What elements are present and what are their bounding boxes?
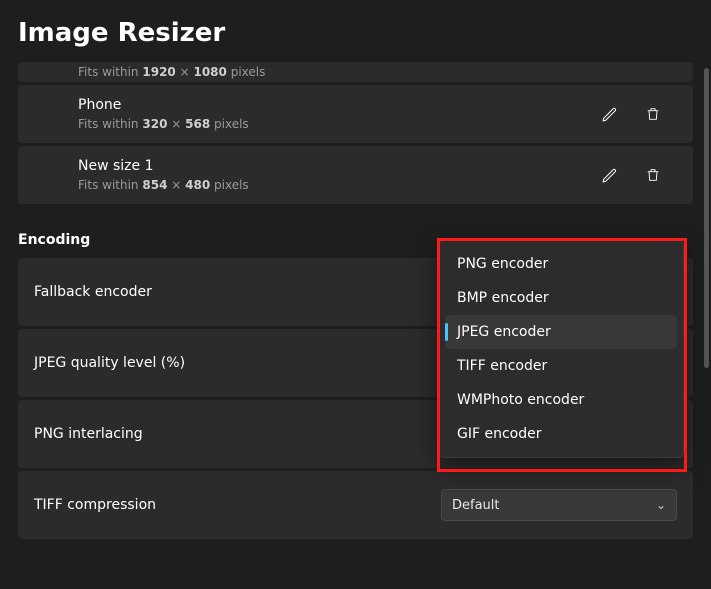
edit-icon[interactable] xyxy=(593,159,625,191)
size-preset-meta: Fits within 1920 × 1080 pixels xyxy=(78,65,265,79)
encoder-option-tiff[interactable]: TIFF encoder xyxy=(445,349,677,383)
encoder-option-gif[interactable]: GIF encoder xyxy=(445,417,677,451)
edit-icon[interactable] xyxy=(593,98,625,130)
size-preset-row[interactable]: Fits within 1920 × 1080 pixels xyxy=(18,62,693,82)
encoder-dropdown-flyout: PNG encoder BMP encoder JPEG encoder TIF… xyxy=(438,240,684,458)
size-preset-row[interactable]: Phone Fits within 320 × 568 pixels xyxy=(18,85,693,143)
delete-icon[interactable] xyxy=(637,159,669,191)
size-preset-name: New size 1 xyxy=(78,158,249,174)
size-preset-name: Phone xyxy=(78,97,249,113)
delete-icon[interactable] xyxy=(637,98,669,130)
tiff-compression-dropdown[interactable]: Default ⌄ xyxy=(441,489,677,521)
setting-label: PNG interlacing xyxy=(34,426,143,442)
encoder-option-wmphoto[interactable]: WMPhoto encoder xyxy=(445,383,677,417)
size-preset-row[interactable]: New size 1 Fits within 854 × 480 pixels xyxy=(18,146,693,204)
setting-label: TIFF compression xyxy=(34,497,156,513)
scrollbar[interactable] xyxy=(704,68,709,368)
page-title: Image Resizer xyxy=(18,0,693,62)
setting-label: JPEG quality level (%) xyxy=(34,355,185,371)
size-preset-meta: Fits within 854 × 480 pixels xyxy=(78,178,249,192)
dropdown-value: Default xyxy=(452,498,500,513)
setting-label: Fallback encoder xyxy=(34,284,152,300)
encoder-option-png[interactable]: PNG encoder xyxy=(445,247,677,281)
encoder-option-bmp[interactable]: BMP encoder xyxy=(445,281,677,315)
size-preset-meta: Fits within 320 × 568 pixels xyxy=(78,117,249,131)
chevron-down-icon: ⌄ xyxy=(656,498,666,512)
setting-tiff-compression: TIFF compression Default ⌄ xyxy=(18,471,693,539)
encoder-option-jpeg[interactable]: JPEG encoder xyxy=(445,315,677,349)
